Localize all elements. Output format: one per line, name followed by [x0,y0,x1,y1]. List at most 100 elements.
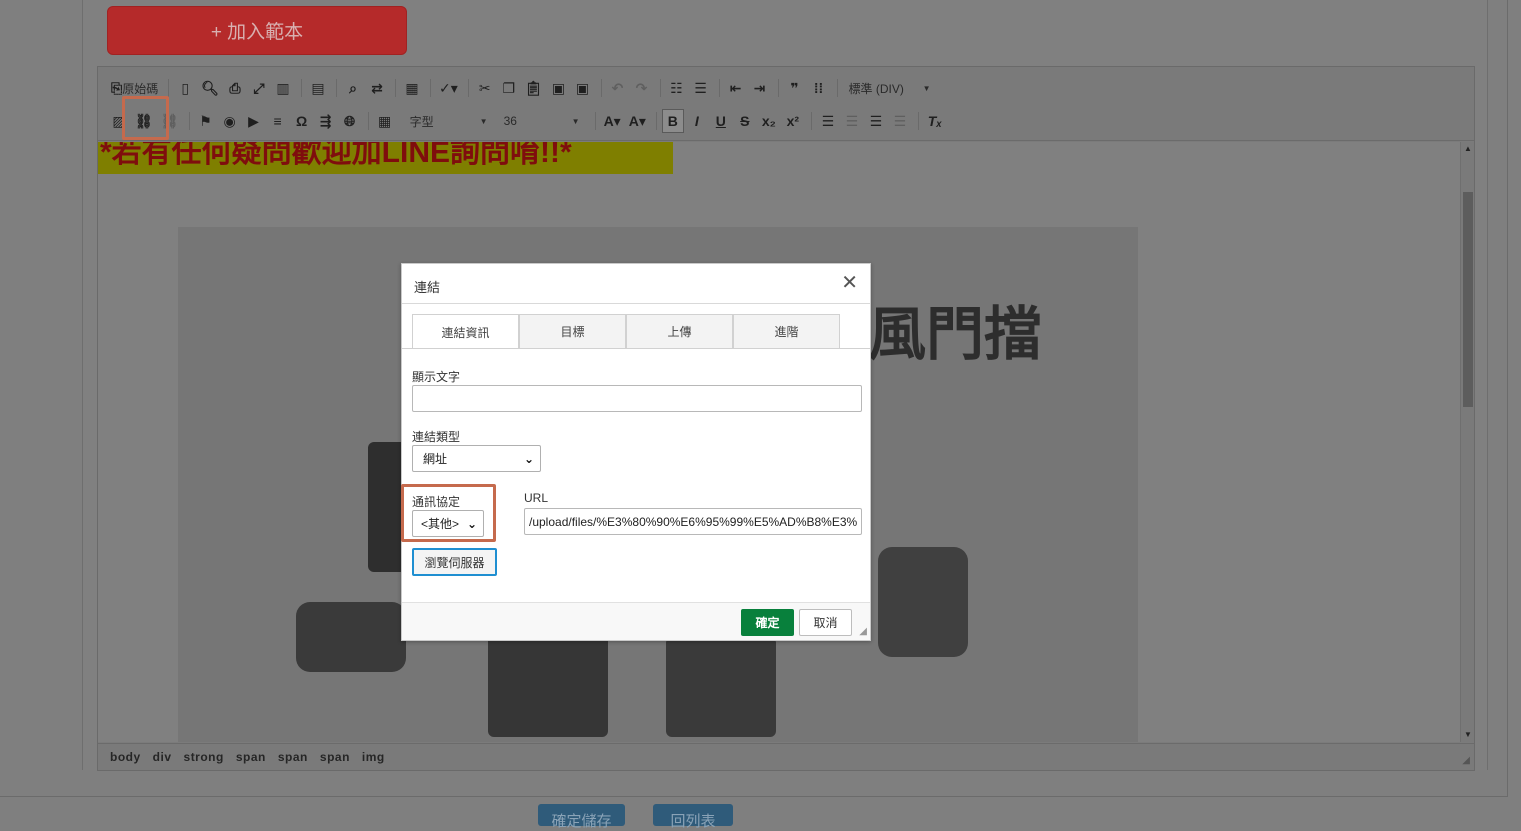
product-part [488,627,608,737]
save-button[interactable]: 確定儲存 [538,804,625,830]
size-combo[interactable]: 36 ▼ [498,109,586,133]
strikethrough-icon[interactable]: S [734,109,756,133]
templates-icon[interactable]: ▤ [307,76,329,100]
blockquote-icon[interactable]: ❞ [784,76,806,100]
size-combo-value: 36 [503,114,517,128]
source-icon: ⎘ [111,79,123,96]
horizontal-rule-icon[interactable]: ≡ [267,109,289,133]
toolbar-separator [594,112,596,130]
path-item[interactable]: span [278,750,308,764]
back-to-list-button[interactable]: 回列表 [653,804,733,830]
toolbar-separator [188,112,190,130]
scroll-up-icon[interactable]: ▲ [1461,142,1475,156]
italic-icon[interactable]: I [686,109,708,133]
toolbar-separator [395,79,396,97]
find-icon[interactable]: ⌕ [342,76,364,100]
dialog-footer: 確定 取消 ◢ [402,602,870,640]
path-item[interactable]: body [110,750,141,764]
tab-target[interactable]: 目標 [519,314,626,348]
page-break-icon[interactable]: ⇶ [315,109,337,133]
youtube-icon[interactable]: ▶ [243,109,265,133]
close-icon[interactable]: ✕ [841,273,858,293]
div-container-icon[interactable]: ⁞⁞ [808,76,830,100]
select-all-icon[interactable]: ▦ [401,76,423,100]
cancel-button[interactable]: 取消 [799,609,852,636]
font-combo[interactable]: 字型 ▼ [404,109,494,133]
iframe-globe-icon[interactable]: 🌐︎ [339,109,361,133]
resize-handle-icon[interactable]: ◢ [1462,755,1470,766]
new-page-icon[interactable]: ▯ [174,76,196,100]
dialog-tabs: 連結資訊 目標 上傳 進階 [412,314,840,349]
image-title: 風門擋 [868,302,1043,367]
format-combo-value: 標準 (DIV) [848,81,904,96]
underline-icon[interactable]: U [710,109,732,133]
scroll-thumb[interactable] [1463,192,1473,407]
path-item[interactable]: img [362,750,385,764]
path-item[interactable]: strong [184,750,224,764]
flash-icon[interactable]: ◉ [219,109,241,133]
outdent-icon[interactable]: ⇤ [725,76,747,100]
replace-icon[interactable]: ⇄ [366,76,388,100]
product-part [666,637,776,737]
paste-word-icon[interactable]: ▣ [572,76,594,100]
toolbar-separator [336,79,337,97]
preview-icon[interactable]: 🔍︎ [198,76,222,100]
toolbar-row-2: ▨ ⛓ ⛓ ⚑ ◉ ▶ ≡ Ω ⇶ 🌐︎ ▦ 字型 ▼ 36 ▼ A▾ A▾ B… [108,108,948,134]
align-justify-icon[interactable]: ☰ [889,109,911,133]
editor-scrollbar[interactable]: ▲ ▼ [1460,142,1474,742]
resize-handle-icon[interactable]: ◢ [859,626,867,637]
dialog-title: 連結 [414,280,441,295]
paste-icon[interactable]: 📋︎ [522,76,546,100]
add-template-button[interactable]: + 加入範本 [107,6,407,55]
path-item[interactable]: span [320,750,350,764]
cut-icon[interactable]: ✂ [474,76,496,100]
page-divider [1507,0,1508,797]
align-right-icon[interactable]: ☰ [865,109,887,133]
anchor-flag-icon[interactable]: ⚑ [195,109,217,133]
bold-icon[interactable]: B [661,109,684,133]
paste-text-icon[interactable]: ▣ [548,76,570,100]
tabs-divider [402,348,870,349]
print-icon[interactable]: ⎙ [224,76,246,100]
indent-icon[interactable]: ⇥ [749,76,771,100]
toolbar-separator [810,112,812,130]
subscript-icon[interactable]: x₂ [758,109,780,133]
table-icon[interactable]: ▦ [374,109,396,133]
link-type-select[interactable]: 網址 ⌄ [412,445,541,472]
dialog-header: 連結 ✕ [402,264,870,304]
link-dialog: 連結 ✕ 連結資訊 目標 上傳 進階 顯示文字 連結類型 網址 ⌄ 通訊協定 <… [401,263,871,641]
element-path-bar: body div strong span span span img ◢ [98,743,1474,770]
protocol-highlight [401,484,496,542]
display-text-input[interactable] [412,385,862,412]
text-color-icon[interactable]: A▾ [601,109,624,133]
tab-advanced[interactable]: 進階 [733,314,840,348]
spellcheck-icon[interactable]: ✓▾ [436,76,461,100]
format-combo[interactable]: 標準 (DIV) ▼ [843,76,937,100]
scroll-down-icon[interactable]: ▼ [1461,728,1475,742]
undo-icon[interactable]: ↶ [607,76,629,100]
ok-button[interactable]: 確定 [741,609,794,636]
browse-server-button[interactable]: 瀏覽伺服器 [412,548,497,576]
copy-icon[interactable]: ❐ [498,76,520,100]
numbered-list-icon[interactable]: ☷ [666,76,688,100]
superscript-icon[interactable]: x² [782,109,804,133]
url-input[interactable] [524,508,862,535]
special-char-icon[interactable]: Ω [291,109,313,133]
remove-format-icon[interactable]: Tₓ [924,109,946,133]
tab-upload[interactable]: 上傳 [626,314,733,348]
toolbar-separator [367,112,369,130]
align-center-icon[interactable]: ☰ [841,109,863,133]
bulleted-list-icon[interactable]: ☰ [690,76,712,100]
path-item[interactable]: div [153,750,172,764]
maximize-icon[interactable]: ⤢ [248,76,270,100]
align-left-icon[interactable]: ☰ [817,109,839,133]
redo-icon[interactable]: ↷ [631,76,653,100]
chevron-down-icon: ▼ [922,83,931,93]
toolbar-separator [168,79,170,97]
tab-link-info[interactable]: 連結資訊 [412,314,519,349]
path-item[interactable]: span [236,750,266,764]
product-part [296,602,406,672]
show-blocks-icon[interactable]: ▥ [272,76,294,100]
promo-text: *若有任何疑問歡迎加LINE詢問唷!!* [98,142,673,174]
background-color-icon[interactable]: A▾ [626,109,649,133]
